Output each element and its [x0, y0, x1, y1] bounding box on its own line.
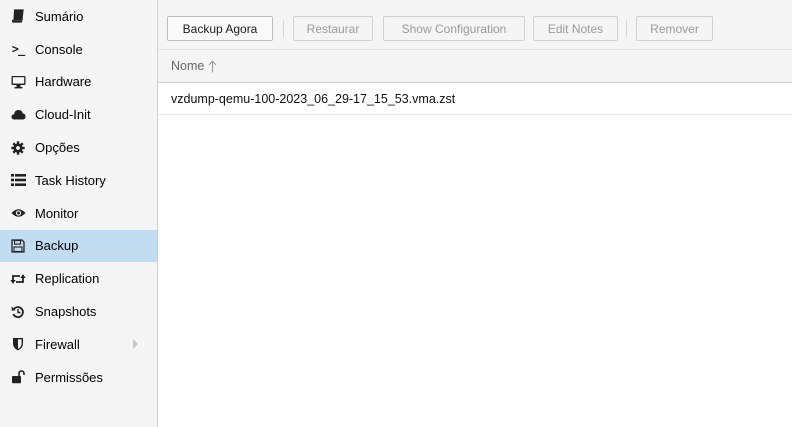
sidebar-item-opcoes[interactable]: Opções	[0, 131, 157, 164]
shield-icon	[10, 336, 26, 352]
sidebar-item-firewall[interactable]: Firewall	[0, 328, 157, 361]
sidebar-item-label: Permissões	[35, 369, 103, 385]
floppy-icon	[10, 238, 26, 254]
sidebar-item-label: Hardware	[35, 74, 92, 90]
remove-button[interactable]: Remover	[636, 16, 713, 41]
sidebar-item-cloud-init[interactable]: Cloud-Init	[0, 98, 157, 131]
toolbar: Backup Agora Restaurar Show Configuratio…	[158, 0, 792, 49]
table-row[interactable]: vzdump-qemu-100-2023_06_29-17_15_53.vma.…	[158, 83, 792, 115]
show-configuration-button[interactable]: Show Configuration	[383, 16, 525, 41]
sort-ascending-icon	[208, 59, 217, 73]
sidebar-item-label: Sumário	[35, 8, 84, 24]
restore-button[interactable]: Restaurar	[293, 16, 373, 41]
toolbar-separator	[283, 20, 284, 37]
grid-body	[158, 115, 792, 427]
sidebar-item-sumario[interactable]: Sumário	[0, 0, 157, 33]
sidebar-item-backup[interactable]: Backup	[0, 229, 157, 263]
sidebar-item-permissoes[interactable]: Permissões	[0, 361, 157, 394]
sidebar-item-replication[interactable]: Replication	[0, 262, 157, 295]
sidebar-item-task-history[interactable]: Task History	[0, 164, 157, 197]
cloud-icon	[10, 107, 26, 123]
gear-icon	[10, 140, 26, 156]
eye-icon	[10, 205, 26, 221]
sidebar-item-label: Firewall	[35, 336, 80, 352]
column-header-label: Nome	[171, 59, 205, 73]
sidebar-item-label: Monitor	[35, 205, 79, 221]
history-icon	[10, 304, 26, 320]
sidebar-item-label: Task History	[35, 172, 106, 188]
sidebar-item-label: Console	[35, 41, 83, 57]
sidebar-item-hardware[interactable]: Hardware	[0, 66, 157, 99]
column-header-name[interactable]: Nome	[158, 49, 792, 83]
edit-notes-button[interactable]: Edit Notes	[533, 16, 618, 41]
backup-now-button[interactable]: Backup Agora	[167, 16, 273, 41]
sidebar-item-monitor[interactable]: Monitor	[0, 197, 157, 230]
list-icon	[10, 172, 26, 188]
sidebar-item-label: Opções	[35, 140, 80, 156]
sidebar-nav: Sumário >_ Console Hardware Cloud-Init O…	[0, 0, 158, 427]
expand-arrow-icon[interactable]	[133, 339, 138, 350]
sidebar-item-snapshots[interactable]: Snapshots	[0, 295, 157, 328]
terminal-icon: >_	[11, 42, 25, 57]
retweet-icon	[10, 271, 26, 287]
toolbar-separator	[626, 20, 627, 37]
sidebar-item-label: Replication	[35, 271, 100, 287]
sidebar-item-label: Snapshots	[35, 304, 97, 320]
backup-file-name: vzdump-qemu-100-2023_06_29-17_15_53.vma.…	[171, 91, 456, 106]
unlock-icon	[10, 369, 26, 385]
book-icon	[10, 8, 26, 24]
desktop-icon	[10, 74, 26, 90]
sidebar-item-label: Backup	[35, 238, 79, 254]
sidebar-item-console[interactable]: >_ Console	[0, 33, 157, 66]
sidebar-item-label: Cloud-Init	[35, 107, 91, 123]
